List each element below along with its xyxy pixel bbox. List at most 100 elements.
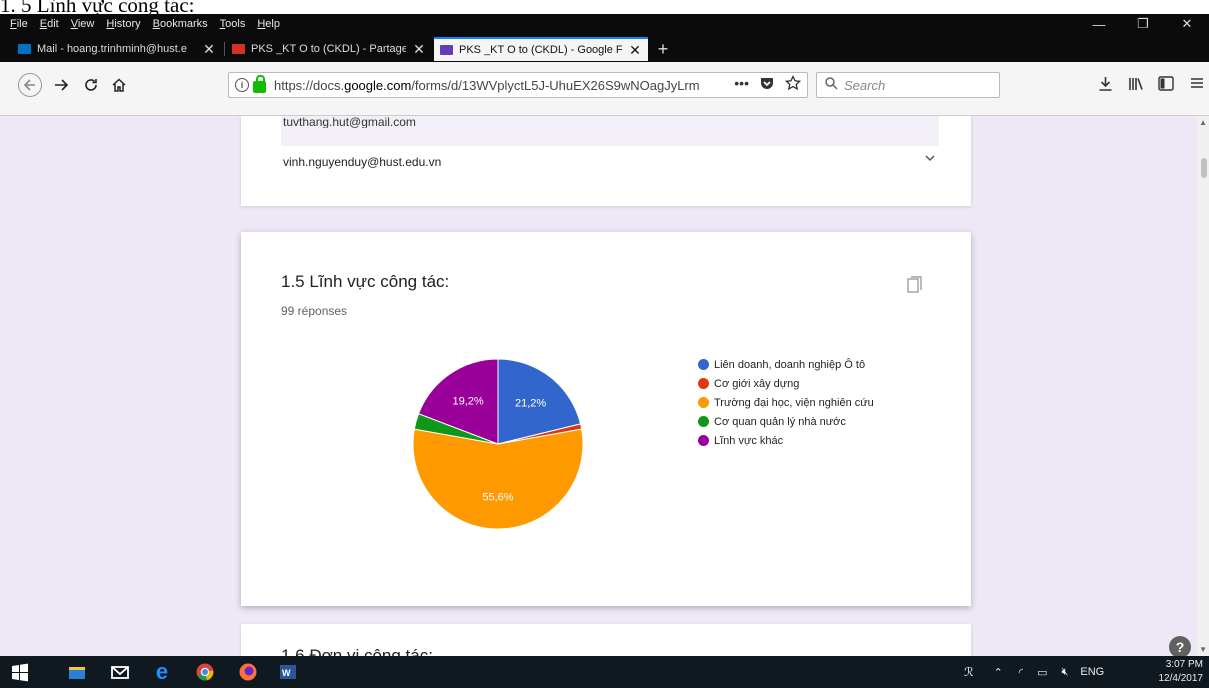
hamburger-menu-icon[interactable] [1190, 76, 1204, 90]
next-question-card: 1.6 Đơn vị công tác: [241, 624, 971, 656]
gmail-icon [232, 44, 245, 54]
back-arrow-icon [23, 79, 35, 91]
legend-swatch [698, 359, 709, 370]
forward-button[interactable] [50, 74, 72, 96]
url-bar[interactable]: i https://docs.google.com/forms/d/13WVpl… [228, 72, 808, 98]
legend-swatch [698, 397, 709, 408]
legend-swatch [698, 435, 709, 446]
close-tab-icon[interactable]: ✕ [202, 41, 216, 58]
info-icon[interactable]: i [235, 78, 249, 92]
legend-label: Lĩnh vực khác [714, 434, 784, 447]
question-title: 1.6 Đơn vị công tác: [281, 646, 433, 656]
word-icon[interactable]: W [278, 662, 298, 682]
legend-swatch [698, 378, 709, 389]
bookmark-star-icon[interactable] [785, 75, 801, 91]
scrollbar[interactable]: ▲ ▼ [1197, 116, 1209, 656]
forward-arrow-icon [55, 79, 69, 91]
windows-taskbar: e W ℛ ⌃ ◜ ▭ 🔇︎ ENG 3:07 PM 12/4/2017 [0, 656, 1209, 688]
restore-button[interactable]: ❐ [1121, 14, 1165, 34]
pocket-icon[interactable] [759, 75, 775, 91]
slice-data-label: 19,2% [453, 396, 484, 408]
close-tab-icon[interactable]: ✕ [412, 41, 426, 58]
scroll-thumb[interactable] [1201, 158, 1207, 178]
legend-item: Lĩnh vực khác [698, 431, 874, 450]
response-list[interactable]: tuvthang.hut@gmail.com vinh.nguyenduy@hu… [281, 116, 939, 178]
lock-icon [253, 75, 266, 93]
close-window-button[interactable]: ✕ [1165, 14, 1209, 34]
minimize-button[interactable]: — [1077, 14, 1121, 34]
legend-label: Liên doanh, doanh nghiệp Ô tô [714, 358, 866, 371]
svg-text:W: W [282, 668, 291, 678]
help-icon[interactable]: ? [1169, 636, 1191, 656]
sidebar-icon[interactable] [1158, 76, 1174, 91]
tab-title: PKS _KT O to (CKDL) - Partage [251, 43, 406, 55]
system-tray: ℛ ⌃ ◜ ▭ 🔇︎ ENG [964, 656, 1104, 688]
search-placeholder: Search [844, 77, 886, 93]
menu-file[interactable]: File [8, 18, 30, 30]
search-bar[interactable]: Search [816, 72, 1000, 98]
search-icon [825, 77, 838, 93]
windows-start-icon[interactable] [10, 662, 30, 682]
menu-history[interactable]: History [104, 18, 142, 30]
wifi-icon[interactable]: ◜ [1019, 666, 1023, 679]
chevron-down-icon[interactable] [925, 154, 935, 165]
reload-button[interactable] [80, 74, 102, 96]
battery-icon[interactable]: ▭ [1037, 666, 1047, 679]
legend-label: Cơ quan quản lý nhà nước [714, 415, 846, 428]
chart-legend: Liên doanh, doanh nghiệp Ô tô Cơ giới xâ… [698, 355, 874, 450]
tab-google-forms[interactable]: PKS _KT O to (CKDL) - Google F ✕ [434, 37, 648, 61]
navigation-bar: i https://docs.google.com/forms/d/13WVpl… [0, 62, 1209, 116]
browser-window: File Edit View History Bookmarks Tools H… [0, 14, 1209, 688]
legend-item: Liên doanh, doanh nghiệp Ô tô [698, 355, 874, 374]
list-item: vinh.nguyenduy@hust.edu.vn [281, 146, 939, 178]
legend-label: Trường đại học, viện nghiên cứu [714, 396, 874, 409]
clock-time: 3:07 PM [1165, 659, 1203, 670]
scroll-down-icon[interactable]: ▼ [1199, 645, 1207, 654]
back-button[interactable] [18, 73, 42, 97]
file-explorer-icon[interactable] [67, 662, 87, 682]
list-item [281, 128, 939, 146]
legend-item: Cơ giới xây dựng [698, 374, 874, 393]
library-icon[interactable] [1128, 76, 1144, 92]
new-tab-button[interactable]: + [652, 37, 674, 61]
menu-view[interactable]: View [69, 18, 97, 30]
downloads-icon[interactable] [1098, 76, 1113, 92]
mail-app-icon[interactable] [110, 662, 130, 682]
tab-title: Mail - hoang.trinhminh@hust.e [37, 43, 187, 55]
outlook-icon [18, 44, 31, 54]
menu-bar: File Edit View History Bookmarks Tools H… [0, 14, 1209, 34]
taskbar-clock[interactable]: 3:07 PM 12/4/2017 [1159, 658, 1204, 686]
edge-browser-icon[interactable]: e [152, 659, 172, 684]
slice-data-label: 21,2% [515, 398, 546, 410]
page-viewport[interactable]: tuvthang.hut@gmail.com vinh.nguyenduy@hu… [0, 116, 1209, 656]
menu-help[interactable]: Help [255, 18, 282, 30]
chrome-icon[interactable] [195, 662, 215, 682]
scroll-up-icon[interactable]: ▲ [1199, 118, 1207, 127]
legend-item: Trường đại học, viện nghiên cứu [698, 393, 874, 412]
question-card-linh-vuc: 1.5 Lĩnh vực công tác: 99 réponses 21,2%… [241, 232, 971, 606]
tray-chevron-up-icon[interactable]: ⌃ [994, 666, 1003, 679]
tab-strip: Mail - hoang.trinhminh@hust.e ✕ PKS _KT … [0, 34, 1209, 62]
page-actions-icon[interactable]: ••• [734, 75, 749, 91]
home-icon [112, 78, 126, 92]
menu-tools[interactable]: Tools [218, 18, 248, 30]
document-caption: 1. 5 Lĩnh vực công tác: [0, 0, 195, 14]
menu-edit[interactable]: Edit [38, 18, 61, 30]
volume-muted-icon[interactable]: 🔇︎ [1061, 666, 1068, 679]
slice-data-label: 55,6% [482, 492, 513, 504]
firefox-icon[interactable] [238, 662, 258, 682]
home-button[interactable] [108, 74, 130, 96]
legend-swatch [698, 416, 709, 427]
tab-partage[interactable]: PKS _KT O to (CKDL) - Partage ✕ [226, 37, 432, 61]
language-indicator[interactable]: ENG [1080, 666, 1104, 678]
legend-item: Cơ quan quản lý nhà nước [698, 412, 874, 431]
reload-icon [85, 79, 97, 91]
menu-bookmarks[interactable]: Bookmarks [151, 18, 210, 30]
close-tab-icon[interactable]: ✕ [628, 42, 642, 59]
clock-date: 12/4/2017 [1158, 673, 1204, 684]
tab-mail[interactable]: Mail - hoang.trinhminh@hust.e ✕ [12, 37, 222, 61]
previous-question-card: tuvthang.hut@gmail.com vinh.nguyenduy@hu… [241, 116, 971, 206]
url-actions: ••• [734, 75, 801, 91]
url-text[interactable]: https://docs.google.com/forms/d/13WVplyc… [274, 78, 704, 93]
people-icon[interactable]: ℛ [964, 665, 974, 679]
